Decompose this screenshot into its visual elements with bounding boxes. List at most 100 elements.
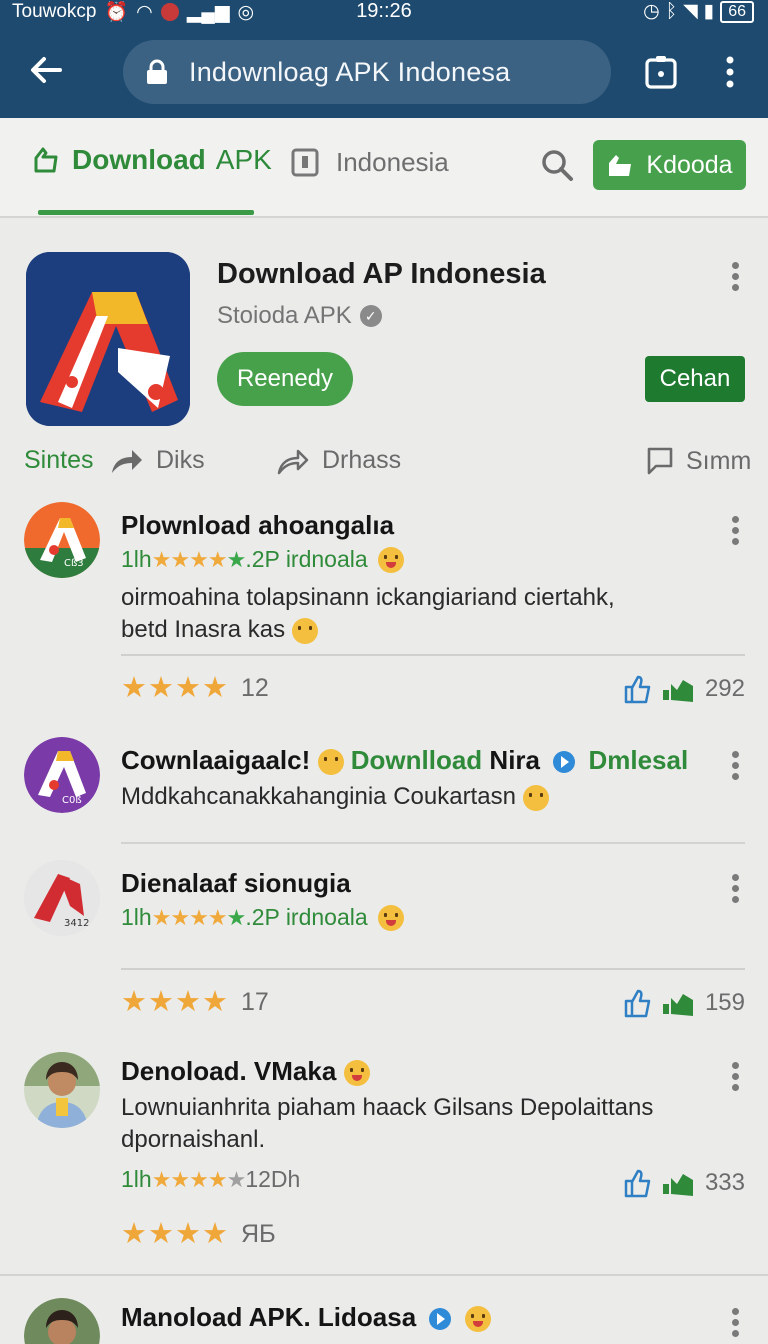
item-meta-prefix: 1lh bbox=[121, 904, 152, 930]
site-tab-row: Download APK Indonesia Kdooda bbox=[0, 118, 768, 218]
item-meta-suffix: .2P irdnoala bbox=[245, 904, 368, 930]
trend-icon bbox=[662, 994, 693, 1016]
item-body-text: Mddkahcanakkahanginia Coukartasn bbox=[121, 783, 516, 810]
divider bbox=[0, 1274, 768, 1276]
item-body: Mddkahcanakkahanginia Coukartasn bbox=[121, 781, 721, 813]
list-item[interactable]: Denoload. VMaka Lownuianhrita piaham haa… bbox=[0, 1048, 768, 1272]
install-button[interactable]: Reenedy bbox=[217, 352, 353, 406]
browser-app-bar: Indownloag APK Indonesa bbox=[0, 40, 768, 104]
like-group[interactable]: 292 bbox=[623, 674, 745, 704]
back-arrow-icon[interactable] bbox=[28, 52, 68, 92]
drhass-action[interactable]: Drhass bbox=[276, 446, 401, 475]
cehan-button[interactable]: Cehan bbox=[645, 356, 745, 402]
smile-emoji-icon bbox=[377, 904, 404, 931]
clock-icon: ◷ bbox=[643, 1, 660, 22]
item-meta-prefix: 1lh bbox=[121, 1166, 152, 1192]
signal-bars-icon: ▮ bbox=[703, 1, 715, 22]
more-menu-icon[interactable] bbox=[718, 52, 742, 92]
lock-icon bbox=[147, 59, 167, 84]
item-title-tail: Nira bbox=[489, 745, 540, 775]
small-stars-icon: ★★★★★ bbox=[151, 1166, 247, 1192]
diks-label: Diks bbox=[156, 446, 205, 474]
sintes-label: Sintes bbox=[24, 446, 94, 474]
item-more-icon[interactable] bbox=[730, 751, 740, 781]
bluetooth-icon: ᛒ bbox=[665, 0, 678, 22]
tab-indonesia[interactable]: Indonesia bbox=[290, 146, 449, 178]
user-avatar bbox=[24, 1052, 100, 1128]
item-more-icon[interactable] bbox=[730, 1062, 740, 1092]
item-more-icon[interactable] bbox=[730, 516, 740, 546]
like-count: 333 bbox=[704, 1169, 745, 1196]
item-title: Cownlaaigaalc! Downlload Nira Dmlesal bbox=[121, 745, 688, 776]
screen: Touwokcp ⏰ ◠ ▂▄▆ ◎ 19::26 ◷ ᛒ ◥ ▮ 66 Ind… bbox=[0, 0, 768, 1344]
forward-arrow-icon bbox=[277, 449, 309, 474]
simm-label: Sımm bbox=[686, 446, 752, 475]
item-meta-prefix: 1lh bbox=[121, 546, 152, 572]
verified-icon: ✓ bbox=[359, 305, 382, 327]
simm-action[interactable]: Sımm bbox=[646, 446, 751, 476]
star-eyes-emoji-icon bbox=[291, 617, 318, 644]
like-group[interactable]: 333 bbox=[623, 1168, 745, 1198]
trend-icon bbox=[662, 680, 693, 702]
item-body: Lownuianhrita piaham haack Gilsans Depol… bbox=[121, 1094, 654, 1153]
like-count: 292 bbox=[704, 675, 745, 702]
wifi-strength-icon: ◥ bbox=[683, 1, 698, 22]
item-meta: 1lh ★★★★★ 12Dh bbox=[121, 1166, 300, 1193]
rating-count: 17 bbox=[241, 988, 269, 1016]
thumbs-up-icon[interactable] bbox=[623, 1168, 653, 1198]
rating-stars-icon: ★★★★ bbox=[121, 1218, 229, 1250]
divider bbox=[121, 654, 745, 656]
hand-icon bbox=[609, 155, 632, 176]
sintes-action[interactable]: Sintes bbox=[24, 446, 93, 475]
app-logo[interactable] bbox=[26, 252, 190, 426]
tab-download-apk[interactable]: Download APK bbox=[30, 144, 272, 176]
comment-icon bbox=[647, 447, 673, 475]
smile-emoji-icon bbox=[377, 546, 404, 573]
item-meta: 1lh ★★★★★ .2P irdnoala bbox=[121, 904, 404, 931]
item-title-main: Manoload APK. Lidoasa bbox=[121, 1302, 417, 1332]
url-text: Indownloag APK Indonesa bbox=[189, 56, 511, 87]
search-icon[interactable] bbox=[540, 148, 574, 182]
rating-count: 12 bbox=[241, 674, 269, 702]
avatar-badge-text: Cß3 bbox=[64, 558, 84, 569]
kdooda-label: Kdooda bbox=[646, 150, 733, 179]
item-title: Manoload APK. Lidoasa bbox=[121, 1302, 491, 1333]
rating-stars-icon: ★★★★ bbox=[121, 672, 229, 704]
item-body: oirmoahina tolapsinann ickangiariand cie… bbox=[121, 582, 641, 646]
item-title-main: Denoload. VMaka bbox=[121, 1056, 337, 1086]
item-more-icon[interactable] bbox=[730, 874, 740, 904]
item-title: Plownload ahoangalıa bbox=[121, 510, 395, 540]
thumbs-up-icon[interactable] bbox=[623, 674, 653, 704]
list-item[interactable]: Cß3 Plownload ahoangalıa 1lh ★★★★★ .2P i… bbox=[0, 500, 768, 730]
share-arrow-icon bbox=[112, 449, 142, 473]
list-item[interactable]: Manoload APK. Lidoasa bbox=[0, 1292, 768, 1344]
item-meta: 1lh ★★★★★ .2P irdnoala bbox=[121, 546, 404, 573]
like-count: 159 bbox=[704, 989, 745, 1016]
list-item[interactable]: 3412 Dienalaaf sionugia 1lh ★★★★★ .2P ir… bbox=[0, 858, 768, 1043]
item-more-icon[interactable] bbox=[730, 1308, 740, 1338]
item-avatar: C0ß bbox=[24, 737, 100, 813]
item-title-green: Downlload bbox=[350, 745, 483, 775]
trend-icon bbox=[662, 1174, 693, 1196]
divider bbox=[121, 842, 745, 844]
tongue-emoji-icon bbox=[464, 1306, 491, 1333]
status-bar: Touwokcp ⏰ ◠ ▂▄▆ ◎ 19::26 ◷ ᛒ ◥ ▮ 66 bbox=[0, 0, 768, 24]
tab-indonesia-label: Indonesia bbox=[336, 146, 449, 177]
calendar-icon bbox=[291, 148, 319, 177]
kdooda-button[interactable]: Kdooda bbox=[593, 140, 746, 190]
item-title: Denoload. VMaka bbox=[121, 1056, 370, 1087]
like-group[interactable]: 159 bbox=[623, 988, 745, 1018]
thumbs-up-icon[interactable] bbox=[623, 988, 653, 1018]
item-title-green-2: Dmlesal bbox=[588, 745, 689, 775]
app-more-icon[interactable] bbox=[730, 262, 740, 292]
app-developer: Stoioda APK ✓ bbox=[217, 302, 382, 330]
item-rating-row: ★★★★ 17 159 bbox=[121, 984, 745, 1024]
list-item[interactable]: C0ß Cownlaaigaalc! Downlload Nira Dmlesa… bbox=[0, 735, 768, 845]
download-app-icon bbox=[34, 147, 58, 173]
diks-action[interactable]: Diks bbox=[110, 446, 205, 475]
app-title: Download AP Indonesia bbox=[217, 258, 546, 290]
star-eyes-emoji-icon bbox=[522, 784, 549, 811]
tab-switcher-icon[interactable] bbox=[644, 54, 678, 90]
avatar-badge-text: C0ß bbox=[62, 795, 82, 806]
address-bar[interactable]: Indownloag APK Indonesa bbox=[123, 40, 611, 104]
